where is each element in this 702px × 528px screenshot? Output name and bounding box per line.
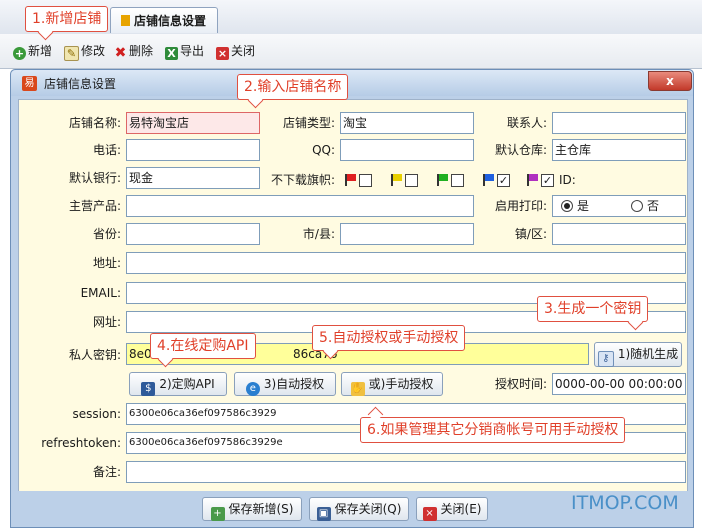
store-type-input[interactable]: 淘宝 [340,112,474,134]
store-type-label: 店铺类型: [282,116,335,130]
tab-label: 店铺信息设置 [134,14,207,28]
print-radio-group: 是 否 [552,195,686,217]
note-label: 备注: [92,465,121,479]
manual-auth-button[interactable]: ✋ 或)手动授权 [341,372,443,396]
pencil-icon: ✎ [64,46,79,61]
blue-flag-icon [483,174,495,186]
browser-icon: e [245,382,260,396]
auto-auth-label: 3)自动授权 [263,377,325,391]
export-label: 导出 [180,44,205,58]
warehouse-input[interactable]: 主仓库 [552,139,686,161]
auto-auth-button[interactable]: e 3)自动授权 [234,372,336,396]
store-name-input[interactable]: 易特淘宝店 [126,112,260,134]
save-new-label: 保存新增(S) [228,502,294,516]
dialog-title: 店铺信息设置 [44,77,117,91]
manual-auth-label: 或)手动授权 [368,377,434,391]
print-no-label: 否 [647,199,660,213]
order-api-label: 2)定购API [159,377,215,391]
red-flag-icon [345,174,357,186]
toolbar: + 新增 ✎ 修改 ✖ 删除 X 导出 × 关闭 [0,34,702,69]
hand-icon: ✋ [350,382,365,396]
contact-label: 联系人: [506,116,547,130]
order-api-button[interactable]: $2)定购API [129,372,227,396]
phone-label: 电话: [92,143,121,157]
delete-label: 删除 [129,44,154,58]
footer-close-button[interactable]: × 关闭(E) [416,497,488,521]
delete-x-icon: ✖ [114,45,127,61]
store-icon [121,15,130,26]
refresh-token-label: refreshtoken: [41,436,121,450]
delete-button[interactable]: ✖ 删除 [114,42,153,60]
close-label: 关闭 [231,44,256,58]
province-label: 省份: [92,227,121,241]
qq-input[interactable] [340,139,474,161]
town-label: 镇/区: [514,227,547,241]
save-close-label: 保存关闭(Q) [334,502,402,516]
save-add-icon: + [210,507,225,521]
address-input[interactable] [126,252,686,274]
key-icon: ⚷ [597,351,614,367]
save-close-button[interactable]: ▣ 保存关闭(Q) [309,497,409,521]
city-input[interactable] [340,223,474,245]
store-name-label: 店铺名称: [68,116,121,130]
tab-store-settings[interactable]: 店铺信息设置 [110,7,218,33]
print-no-radio[interactable] [631,200,643,212]
edit-button[interactable]: ✎ 修改 [64,42,106,61]
session-label: session: [72,407,121,421]
callout-manual-auth-note: 6.如果管理其它分销商帐号可用手动授权 [360,417,626,443]
edit-label: 修改 [81,44,106,58]
product-label: 主营产品: [68,199,121,213]
green-flag-icon [437,174,449,186]
website-label: 网址: [92,315,121,329]
town-input[interactable] [552,223,686,245]
purple-flag-icon [527,174,539,186]
note-input[interactable] [126,461,686,483]
export-button[interactable]: X 导出 [165,42,204,60]
random-generate-button[interactable]: ⚷ 1)随机生成 [594,342,682,367]
add-button[interactable]: + 新增 [13,42,52,60]
dialog-close-button[interactable]: x [648,71,692,91]
flags-label: 不下载旗帜: [270,173,335,187]
product-input[interactable] [126,195,474,217]
private-key-label: 私人密钥: [68,348,121,362]
print-yes-label: 是 [577,199,590,213]
callout-add-store: 1.新增店铺 [25,6,109,32]
auth-time-label: 授权时间: [494,377,547,391]
plus-icon: + [13,47,26,60]
random-generate-label: 1)随机生成 [617,347,679,361]
red-flag-checkbox[interactable] [359,174,372,187]
save-disk-icon: ▣ [316,507,331,521]
yellow-flag-icon [391,174,403,186]
purple-flag-checkbox[interactable]: ✓ [541,174,554,187]
province-input[interactable] [126,223,260,245]
print-label: 启用打印: [494,199,547,213]
email-label: EMAIL: [80,286,121,300]
green-flag-checkbox[interactable] [451,174,464,187]
qq-label: QQ: [312,143,335,157]
yellow-flag-checkbox[interactable] [405,174,418,187]
footer-close-label: 关闭(E) [440,502,482,516]
bank-input[interactable]: 现金 [126,167,260,189]
callout-auth: 5.自动授权或手动授权 [312,325,466,351]
bank-label: 默认银行: [68,171,121,185]
flags-id-label: ID: [559,173,576,187]
dialog-titlebar: 易 店铺信息设置 x [11,70,693,96]
phone-input[interactable] [126,139,260,161]
watermark: ITMOP.COM [571,492,679,514]
print-yes-radio[interactable] [561,200,573,212]
auth-time-input[interactable]: 0000-00-00 00:00:00 [552,373,686,395]
dollar-icon: $ [141,382,156,396]
close-icon: × [422,507,437,521]
warehouse-label: 默认仓库: [494,143,547,157]
close-icon: × [216,47,229,60]
city-label: 市/县: [302,227,335,241]
close-toolbar-button[interactable]: × 关闭 [216,42,255,60]
excel-icon: X [165,47,178,60]
address-label: 地址: [92,256,121,270]
contact-input[interactable] [552,112,686,134]
add-label: 新增 [28,44,53,58]
app-logo-icon: 易 [22,76,37,91]
save-new-button[interactable]: + 保存新增(S) [202,497,302,521]
blue-flag-checkbox[interactable]: ✓ [497,174,510,187]
